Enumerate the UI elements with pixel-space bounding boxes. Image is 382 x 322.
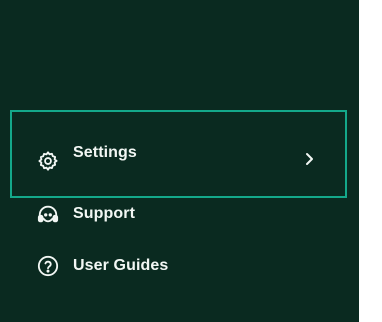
question-circle-icon [37, 255, 59, 277]
menu-item-label: Settings [73, 144, 137, 161]
menu-item-user-guides[interactable]: User Guides [0, 250, 359, 282]
gear-icon [37, 150, 59, 172]
menu-item-support[interactable]: Support [0, 198, 359, 230]
menu-item-settings[interactable]: Settings [0, 110, 359, 198]
headset-icon [37, 203, 59, 225]
chevron-right-icon [306, 153, 313, 165]
menu-item-label: User Guides [73, 257, 169, 274]
navigation-panel: Settings Support User Guides [0, 0, 359, 322]
menu-item-label: Support [73, 205, 136, 222]
